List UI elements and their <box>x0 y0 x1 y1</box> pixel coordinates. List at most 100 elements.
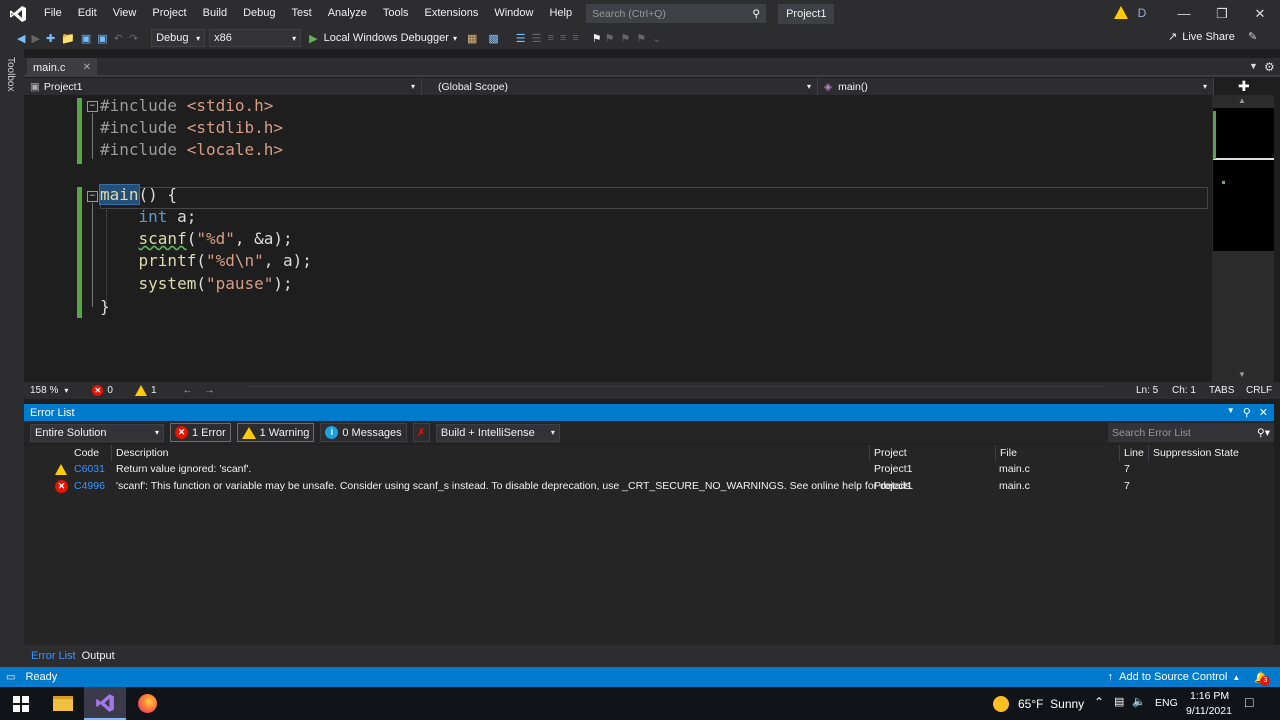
bookmark-icon[interactable]: ⚑ <box>592 32 602 45</box>
vertical-scrollbar-map[interactable]: ▲ ▼ <box>1212 95 1274 382</box>
clear-bookmarks-icon[interactable]: ⚑ <box>636 32 646 45</box>
menu-debug[interactable]: Debug <box>235 0 283 27</box>
build-filter-select[interactable]: Build + IntelliSense ▾ <box>435 423 560 442</box>
avatar[interactable]: D <box>1134 5 1150 21</box>
error-code[interactable]: C4996 <box>74 478 105 495</box>
menu-project[interactable]: Project <box>144 0 194 27</box>
errors-filter-button[interactable]: ✕ 1 Error <box>170 423 231 442</box>
column-line[interactable]: Line <box>1120 445 1149 461</box>
minimize-button[interactable]: — <box>1165 0 1203 27</box>
add-source-control-button[interactable]: Add to Source Control <box>1119 671 1227 683</box>
save-icon[interactable]: ▣ <box>81 32 91 45</box>
warnings-filter-button[interactable]: 1 Warning <box>236 423 315 442</box>
weather-text[interactable]: 65°F Sunny <box>1018 697 1084 711</box>
configuration-select[interactable]: Debug ▾ <box>151 29 206 47</box>
collapse-main-icon[interactable]: − <box>87 191 98 202</box>
collapse-includes-icon[interactable]: − <box>87 101 98 112</box>
column-suppression[interactable]: Suppression State <box>1149 445 1274 461</box>
volume-icon[interactable]: 🔈 <box>1132 695 1146 708</box>
notification-warning-icon[interactable] <box>1114 6 1128 19</box>
menu-build[interactable]: Build <box>195 0 235 27</box>
error-search-input[interactable]: Search Error List ⚲▾ <box>1108 423 1274 442</box>
menu-test[interactable]: Test <box>284 0 320 27</box>
menu-view[interactable]: View <box>105 0 145 27</box>
tab-error-list[interactable]: Error List <box>31 650 76 662</box>
line-number[interactable]: Ln: 5 <box>1136 385 1158 396</box>
zoom-level[interactable]: 158 % <box>30 385 58 396</box>
pin-icon[interactable]: ⚲ <box>1243 406 1251 419</box>
code-editor[interactable]: − − #include <stdio.h> #include <stdlib.… <box>24 95 1212 382</box>
prev-issue-icon[interactable]: ← <box>183 385 193 396</box>
solution-explorer-icon[interactable]: ☰ <box>516 32 526 45</box>
comment-icon[interactable]: ≡ <box>572 32 578 44</box>
menu-edit[interactable]: Edit <box>70 0 105 27</box>
messages-filter-button[interactable]: i0 Messages <box>320 423 407 442</box>
tab-main-c[interactable]: main.c ✕ <box>27 58 97 77</box>
language-indicator[interactable]: ENG <box>1155 697 1178 709</box>
menu-file[interactable]: File <box>36 0 70 27</box>
action-center-icon[interactable]: □ <box>1245 694 1253 710</box>
visual-studio-taskbar-icon[interactable] <box>84 687 126 720</box>
settings-icon[interactable]: ⚙ <box>1264 60 1275 74</box>
table-row[interactable]: C6031 Return value ignored: 'scanf'. Pro… <box>24 461 1274 478</box>
clock-time[interactable]: 1:16 PM <box>1190 690 1229 702</box>
live-share-button[interactable]: ↗ Live Share <box>1168 30 1235 44</box>
redo-icon[interactable]: ↷ <box>129 32 138 45</box>
forward-nav-icon[interactable]: ▶ <box>31 32 39 45</box>
column-description[interactable]: Description <box>112 445 870 461</box>
split-editor-icon[interactable]: ✚ <box>1238 79 1250 93</box>
column-project[interactable]: Project <box>870 445 996 461</box>
maximize-button[interactable]: ❐ <box>1203 0 1241 27</box>
windows-start-icon[interactable] <box>0 687 42 720</box>
indent-icon[interactable]: ≡ <box>548 32 554 44</box>
horizontal-scrollbar[interactable] <box>246 386 1106 395</box>
toolbar-overflow-icon[interactable]: ⌄ <box>652 32 661 45</box>
member-select[interactable]: ◈ main() ▾ <box>818 78 1214 95</box>
table-row[interactable]: ✕ C4996 'scanf': This function or variab… <box>24 478 1274 495</box>
feedback-icon[interactable]: ✎ <box>1248 30 1257 43</box>
save-all-icon[interactable]: ▣ <box>97 32 107 45</box>
back-nav-icon[interactable]: ◀ <box>17 32 25 45</box>
source-control-dropdown-icon[interactable]: ▲ <box>1232 673 1240 682</box>
debug-target-icon[interactable]: ▦ <box>467 32 477 45</box>
zoom-dropdown-icon[interactable]: ▾ <box>64 386 68 395</box>
new-project-icon[interactable]: ✚ <box>46 32 55 45</box>
close-tab-icon[interactable]: ✕ <box>83 62 91 73</box>
next-issue-icon[interactable]: → <box>205 385 215 396</box>
warning-count-icon[interactable] <box>134 385 147 396</box>
indent-mode[interactable]: TABS <box>1209 385 1234 396</box>
toolbox-sidebar[interactable]: Toolbox <box>0 49 24 667</box>
firefox-icon[interactable] <box>126 687 168 720</box>
outdent-icon[interactable]: ≡ <box>560 32 566 44</box>
menu-extensions[interactable]: Extensions <box>417 0 487 27</box>
menu-window[interactable]: Window <box>486 0 541 27</box>
menu-tools[interactable]: Tools <box>375 0 417 27</box>
next-bookmark-icon[interactable]: ⚑ <box>621 32 631 45</box>
column-code[interactable]: Code <box>70 445 112 461</box>
visual-studio-logo-icon[interactable] <box>0 0 36 27</box>
menu-help[interactable]: Help <box>541 0 580 27</box>
error-count-icon[interactable]: ✕ <box>92 385 104 396</box>
panel-menu-icon[interactable]: ▼ <box>1227 406 1235 419</box>
line-ending[interactable]: CRLF <box>1246 385 1272 396</box>
file-explorer-icon[interactable] <box>42 687 84 720</box>
scroll-down-icon[interactable]: ▼ <box>1238 370 1246 379</box>
error-code[interactable]: C6031 <box>74 461 105 478</box>
scope-filter-select[interactable]: Entire Solution ▾ <box>30 423 164 442</box>
format-icon[interactable]: ☰ <box>532 32 542 45</box>
close-panel-icon[interactable]: ✕ <box>1259 406 1268 419</box>
show-hidden-icons[interactable]: ⌃ <box>1094 695 1104 709</box>
search-input[interactable]: Search (Ctrl+Q) ⚲ <box>586 4 767 23</box>
filter-toggle-button[interactable]: ✗ <box>412 423 430 442</box>
scroll-up-icon[interactable]: ▲ <box>1238 96 1246 105</box>
close-window-button[interactable]: ✕ <box>1241 0 1279 27</box>
notifications-bell-icon[interactable]: 🔔3 <box>1254 671 1271 686</box>
column-file[interactable]: File <box>996 445 1120 461</box>
clock-date[interactable]: 9/11/2021 <box>1186 705 1232 717</box>
scope-select[interactable]: (Global Scope) ▾ <box>422 78 818 95</box>
prev-bookmark-icon[interactable]: ⚑ <box>605 32 615 45</box>
output-status-icon[interactable]: ▭ <box>6 672 15 683</box>
undo-icon[interactable]: ↶ <box>114 32 123 45</box>
column-number[interactable]: Ch: 1 <box>1172 385 1196 396</box>
browser-link-icon[interactable]: ▩ <box>488 32 498 45</box>
